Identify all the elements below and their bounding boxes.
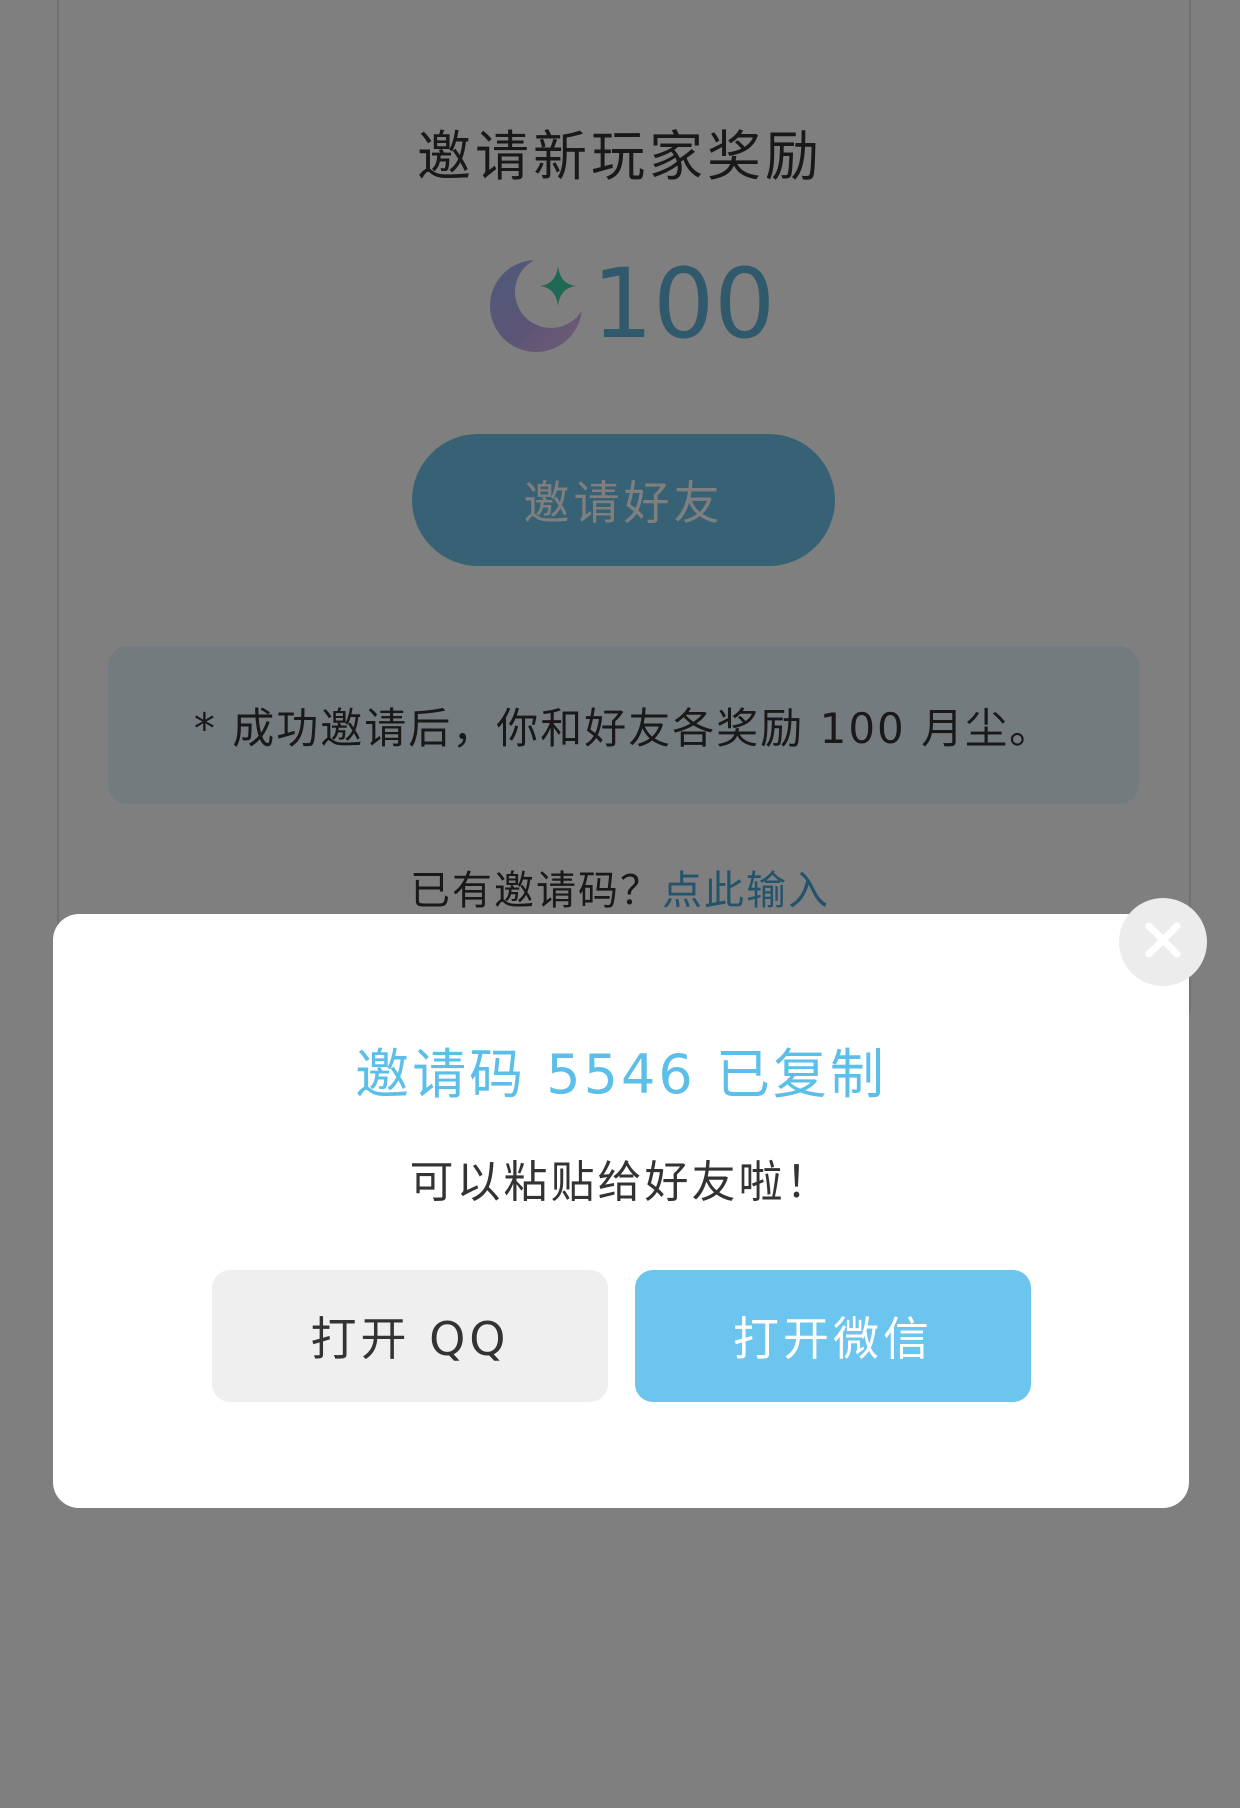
- invite-code-copied-dialog: 邀请码 5546 已复制 可以粘贴给好友啦！ 打开 QQ 打开微信: [53, 914, 1189, 1508]
- dialog-subtitle: 可以粘贴给好友啦！: [409, 1157, 833, 1208]
- open-qq-button[interactable]: 打开 QQ: [212, 1270, 608, 1402]
- close-button[interactable]: [1119, 898, 1207, 986]
- close-icon: [1141, 918, 1185, 966]
- open-wechat-button[interactable]: 打开微信: [635, 1270, 1031, 1402]
- modal-overlay[interactable]: [0, 0, 1240, 1808]
- dialog-title: 邀请码 5546 已复制: [355, 1043, 887, 1106]
